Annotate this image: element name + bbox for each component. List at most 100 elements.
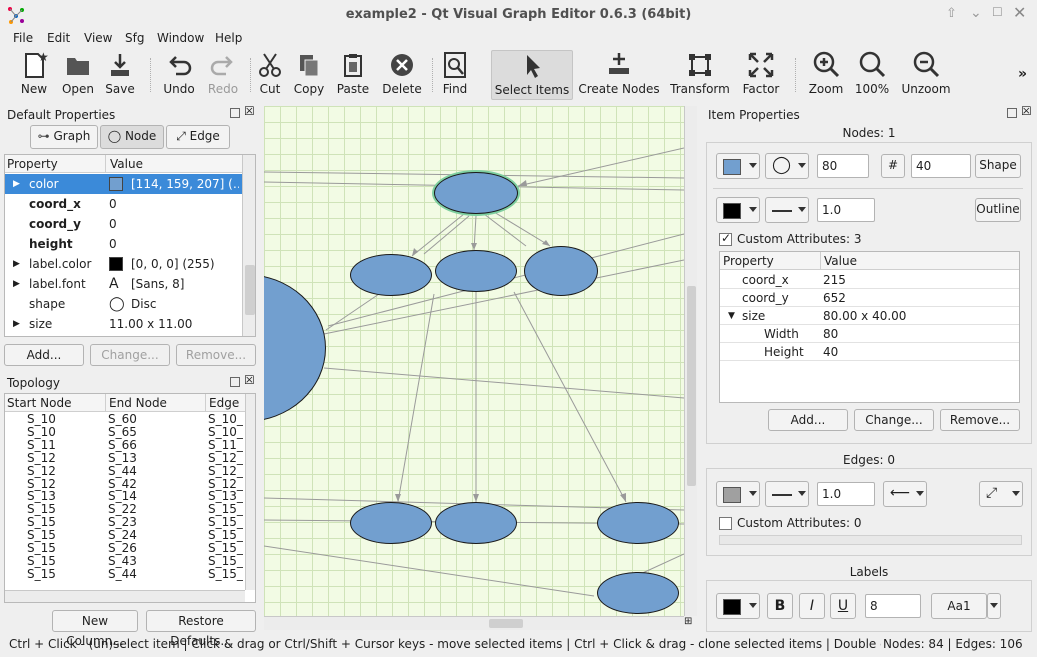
edge-color-combo[interactable]: [716, 481, 760, 507]
attribute-row[interactable]: coord_x 215: [720, 271, 1019, 289]
tab-edge[interactable]: ⤢ Edge: [166, 125, 230, 149]
edge-custom-attributes-checkbox[interactable]: [719, 517, 732, 530]
topology-row[interactable]: S_12 S_44 S_12_F: [5, 465, 245, 478]
col-edge-header[interactable]: Edge: [205, 394, 245, 412]
graph-node[interactable]: [435, 502, 517, 544]
edge-type-combo[interactable]: ⤢: [979, 481, 1023, 507]
close-dock-icon[interactable]: ☒: [244, 373, 255, 387]
new-button[interactable]: ★ New: [14, 50, 54, 100]
attribute-row[interactable]: coord_y 652: [720, 289, 1019, 307]
bold-button[interactable]: B: [767, 593, 793, 619]
menu-sfg[interactable]: Sfg: [125, 31, 144, 45]
node-shape-combo[interactable]: ◯: [765, 153, 809, 179]
default-add-button[interactable]: Add...: [4, 344, 84, 366]
edge-direction-combo[interactable]: ⟵: [883, 481, 927, 507]
graph-node[interactable]: [597, 572, 679, 614]
property-row[interactable]: shape ◯ Disc: [5, 294, 242, 314]
edge-style-combo[interactable]: [765, 481, 809, 507]
create-nodes-button[interactable]: Create Nodes: [578, 50, 660, 100]
attr-change-button[interactable]: Change...: [854, 409, 934, 431]
property-row[interactable]: coord_x 0: [5, 194, 242, 214]
topology-row[interactable]: S_10 S_60 S_10_F: [5, 413, 245, 426]
stroke-color-combo[interactable]: [716, 197, 760, 223]
float-dock-icon[interactable]: [1007, 108, 1017, 118]
custom-attributes-checkbox[interactable]: ✓: [719, 231, 732, 246]
graph-node-selected[interactable]: [434, 172, 518, 214]
topology-row[interactable]: S_15 S_23 S_15_F: [5, 516, 245, 529]
default-change-button[interactable]: Change...: [90, 344, 170, 366]
topology-row[interactable]: S_13 S_14 S_13_F: [5, 490, 245, 503]
menu-help[interactable]: Help: [215, 31, 242, 45]
attr-remove-button[interactable]: Remove...: [940, 409, 1020, 431]
topology-row[interactable]: S_15 S_22 S_15_F: [5, 503, 245, 516]
node-height-spinbox[interactable]: 40: [911, 154, 971, 178]
close-dock-icon[interactable]: ☒: [1021, 104, 1032, 118]
attribute-row[interactable]: ▼ size 80.00 x 40.00: [720, 307, 1019, 325]
expand-arrow-icon[interactable]: ▶: [13, 254, 23, 274]
menu-edit[interactable]: Edit: [47, 31, 70, 45]
topology-row[interactable]: S_15 S_43 S_15_F: [5, 555, 245, 568]
float-dock-icon[interactable]: [230, 108, 240, 118]
attribute-row[interactable]: Width 80: [720, 325, 1019, 343]
topology-row[interactable]: S_12 S_13 S_12_F: [5, 452, 245, 465]
topology-vscrollbar[interactable]: [245, 394, 255, 590]
zoom-button[interactable]: Zoom: [806, 50, 846, 100]
expand-arrow-icon[interactable]: ▶: [13, 334, 23, 336]
redo-button[interactable]: Redo: [204, 50, 242, 100]
scrollbar-thumb[interactable]: [245, 265, 255, 315]
property-row[interactable]: height 0: [5, 234, 242, 254]
transform-button[interactable]: Transform: [668, 50, 732, 100]
topology-row[interactable]: S_15 S_26 S_15_F: [5, 542, 245, 555]
attr-col-property-header[interactable]: Property: [720, 252, 820, 270]
graph-node[interactable]: [435, 250, 517, 292]
topology-row[interactable]: S_15 S_24 S_15_F: [5, 529, 245, 542]
scrollbar-thumb[interactable]: [687, 286, 696, 486]
col-end-node-header[interactable]: End Node: [105, 394, 205, 412]
expand-arrow-icon[interactable]: ▶: [13, 174, 23, 194]
graph-node[interactable]: [350, 502, 432, 544]
attribute-row[interactable]: Height 40: [720, 343, 1019, 361]
default-remove-button[interactable]: Remove...: [176, 344, 256, 366]
cut-button[interactable]: Cut: [253, 50, 287, 100]
graph-node[interactable]: [597, 502, 679, 544]
default-props-scrollbar[interactable]: [242, 155, 255, 336]
stroke-style-combo[interactable]: [765, 197, 809, 223]
node-color-combo[interactable]: [716, 153, 760, 179]
menu-view[interactable]: View: [84, 31, 112, 45]
property-row[interactable]: ▶ size 11.00 x 11.00: [5, 314, 242, 334]
topology-row[interactable]: S_12 S_42 S_12_F: [5, 478, 245, 491]
save-button[interactable]: Save: [100, 50, 140, 100]
undo-button[interactable]: Undo: [160, 50, 198, 100]
new-column-button[interactable]: New Column...: [52, 610, 138, 648]
col-value-header[interactable]: Value: [105, 155, 242, 173]
canvas-vscrollbar[interactable]: [684, 106, 697, 616]
attr-col-value-header[interactable]: Value: [820, 252, 1019, 270]
italic-button[interactable]: I: [799, 593, 825, 619]
graph-node[interactable]: [350, 254, 432, 296]
property-row[interactable]: coord_y 0: [5, 214, 242, 234]
node-width-spinbox[interactable]: 80: [817, 154, 869, 178]
find-button[interactable]: Find: [437, 50, 473, 100]
property-row[interactable]: ▶ stroke.color [0, 0, 0] (255): [5, 334, 242, 336]
attr-add-button[interactable]: Add...: [768, 409, 848, 431]
col-start-node-header[interactable]: Start Node: [5, 394, 105, 412]
property-row[interactable]: ▶ label.font A [Sans, 8]: [5, 274, 242, 294]
copy-button[interactable]: Copy: [290, 50, 328, 100]
factor-button[interactable]: Factor: [738, 50, 784, 100]
canvas-hscrollbar[interactable]: [264, 616, 684, 630]
menu-file[interactable]: File: [13, 31, 33, 45]
expand-arrow-icon[interactable]: ▶: [13, 274, 23, 294]
graph-node[interactable]: [524, 246, 598, 296]
close-dock-icon[interactable]: ☒: [244, 104, 255, 118]
tab-graph[interactable]: ⊶ Graph: [30, 125, 98, 149]
restore-defaults-button[interactable]: Restore Defaults...: [146, 610, 256, 648]
font-size-spinbox[interactable]: 8: [865, 594, 921, 618]
keep-above-icon[interactable]: ⇧: [946, 6, 957, 21]
open-button[interactable]: Open: [58, 50, 98, 100]
toolbar-overflow-button[interactable]: »: [1018, 66, 1027, 82]
lock-aspect-button[interactable]: #: [881, 154, 905, 178]
close-icon[interactable]: ✕: [1013, 3, 1026, 22]
font-dropdown[interactable]: [987, 593, 1001, 619]
unzoom-button[interactable]: Unzoom: [900, 50, 952, 100]
topology-row[interactable]: S_10 S_65 S_10_F: [5, 426, 245, 439]
